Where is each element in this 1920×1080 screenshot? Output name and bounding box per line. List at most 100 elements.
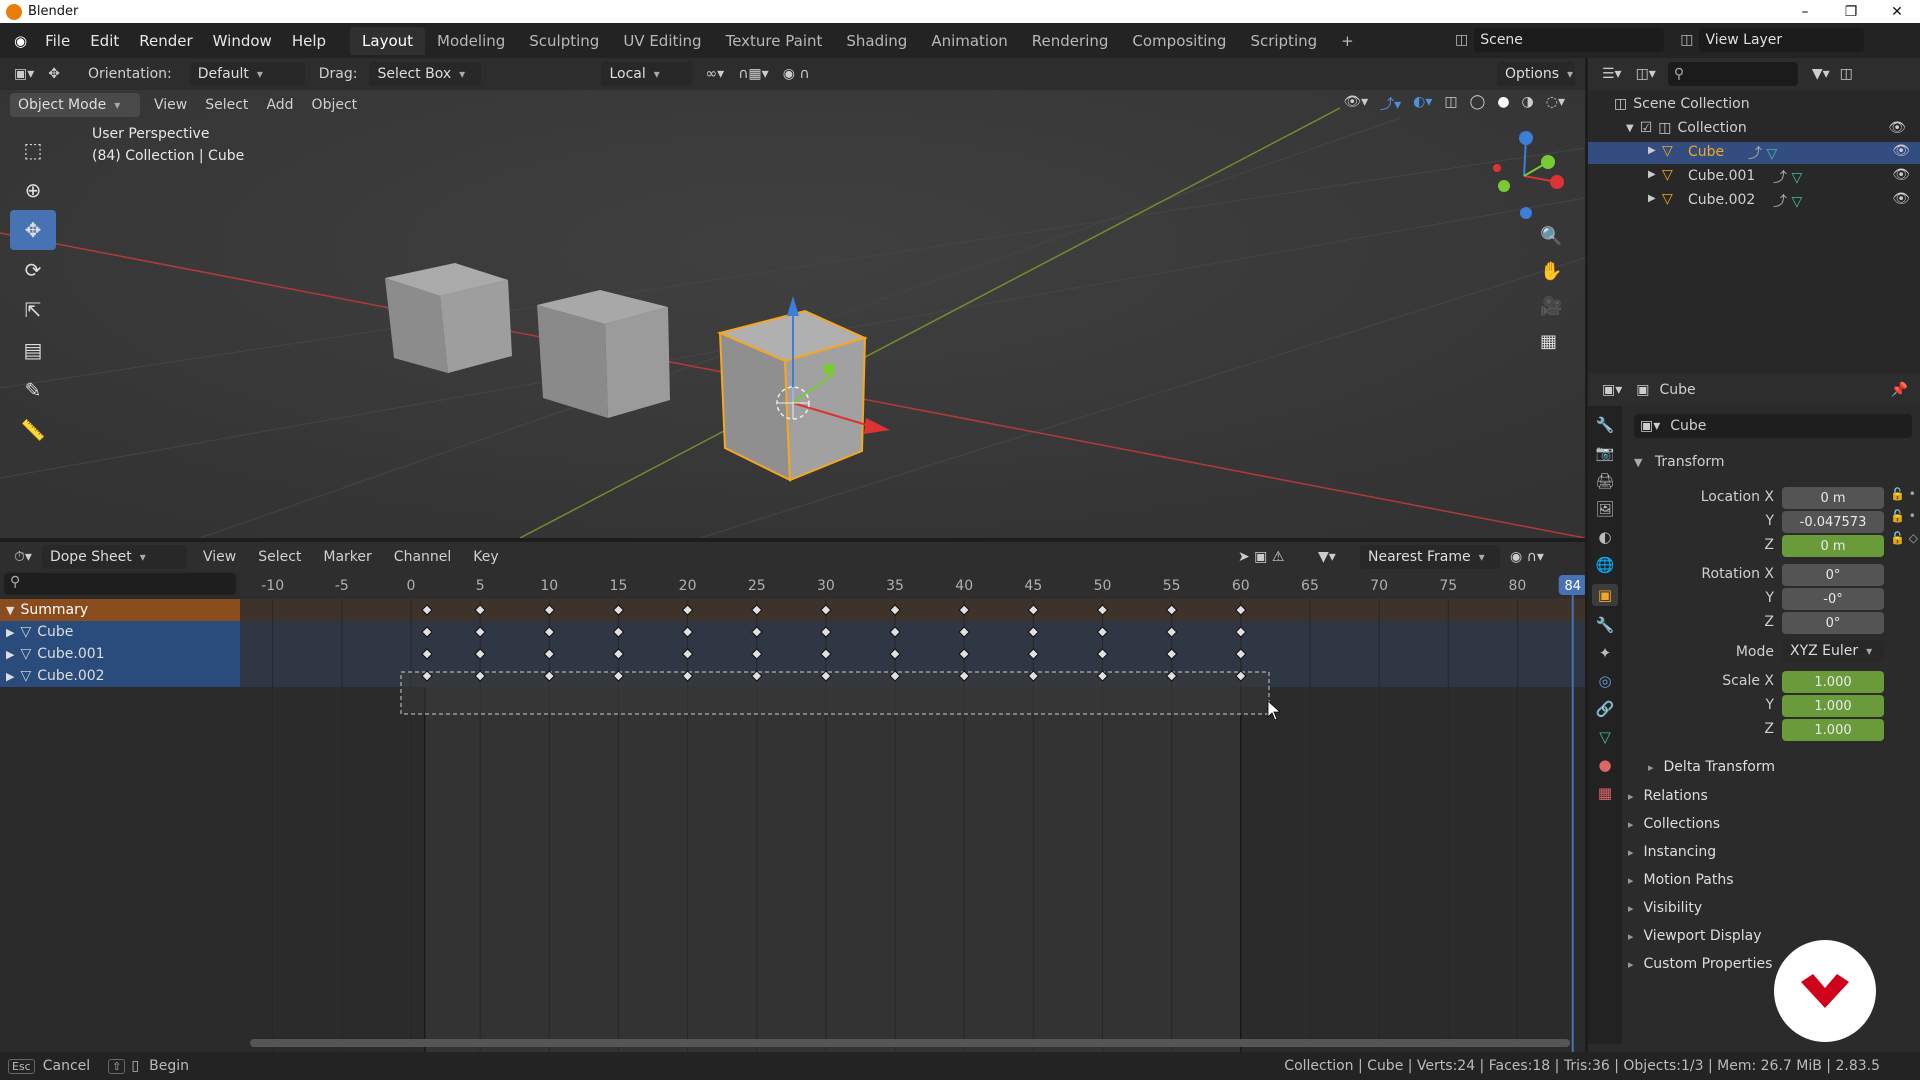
transform-tool-icon[interactable]: ▤ <box>10 330 56 370</box>
outliner-item-cube[interactable]: ▶ ▽ Cube ⤴ ▽ 👁 <box>1588 142 1920 164</box>
menu-edit[interactable]: Edit <box>80 32 129 50</box>
scene-field[interactable]: Scene <box>1474 28 1665 52</box>
wireframe-shading-icon[interactable]: ◯ <box>1470 94 1486 114</box>
location-y-field[interactable]: -0.047573 <box>1782 511 1884 533</box>
pivot-dropdown[interactable]: Local <box>601 62 694 86</box>
channel-cube-001[interactable]: ▶ ▽ Cube.001 <box>0 643 240 665</box>
lock-icon[interactable]: 🔓 • <box>1890 487 1918 501</box>
collections-panel[interactable]: Collections <box>1628 816 1721 832</box>
properties-editor[interactable]: ▣▾ ▣ Cube 📌 🔧 📷 🖨 🖼 ◐ 🌐 ▣ 🔧 ✦ ◎ 🔗 ▽ ● ▦ … <box>1588 374 1920 1052</box>
world-tab-icon[interactable]: 🌐 <box>1596 556 1615 574</box>
modifier-tab-icon[interactable]: 🔧 <box>1596 616 1615 634</box>
tab-compositing[interactable]: Compositing <box>1120 27 1238 55</box>
editor-type-icon[interactable]: ▣▾ <box>14 66 34 82</box>
outliner-item-cube-002[interactable]: ▶ ▽ Cube.002 ⤴ ▽ 👁 <box>1588 190 1920 212</box>
location-z-field[interactable]: 0 m <box>1782 535 1884 557</box>
tab-animation[interactable]: Animation <box>919 27 1019 55</box>
expand-icon[interactable]: ▶ <box>6 626 14 639</box>
editor-type-icon[interactable]: ☰▾ <box>1602 66 1622 82</box>
menu-view[interactable]: View <box>154 97 187 113</box>
menu-render[interactable]: Render <box>129 32 202 50</box>
zoom-icon[interactable]: 🔍 <box>1540 226 1562 247</box>
pan-hand-icon[interactable]: ✋ <box>1540 261 1562 282</box>
scale-x-field[interactable]: 1.000 <box>1782 671 1884 693</box>
channel-cube-002[interactable]: ▶ ▽ Cube.002 <box>0 665 240 687</box>
blender-menu-icon[interactable]: ◉ <box>6 32 35 50</box>
proportional-edit-icon[interactable]: ◉ ∩▾ <box>1510 549 1544 565</box>
options-dropdown[interactable]: Options <box>1497 62 1575 86</box>
menu-object[interactable]: Object <box>312 97 358 113</box>
visibility-icon[interactable]: 👁▾ <box>1343 94 1368 114</box>
cube-001-mesh[interactable] <box>537 290 670 418</box>
scale-y-field[interactable]: 1.000 <box>1782 695 1884 717</box>
menu-key[interactable]: Key <box>473 549 498 565</box>
camera-view-icon[interactable]: 🎥 <box>1540 296 1562 317</box>
data-tab-icon[interactable]: ▽ <box>1599 728 1611 746</box>
tab-rendering[interactable]: Rendering <box>1020 27 1121 55</box>
menu-file[interactable]: File <box>35 32 80 50</box>
channel-cube[interactable]: ▶ ▽ Cube <box>0 621 240 643</box>
scene-browse-icon[interactable]: ◫ <box>1455 32 1468 48</box>
menu-view[interactable]: View <box>203 549 236 565</box>
orientation-dropdown[interactable]: Default <box>189 62 305 86</box>
expand-icon[interactable]: ▼ <box>1626 123 1634 134</box>
select-box-tool-icon[interactable]: ⬚ <box>10 130 56 170</box>
render-tab-icon[interactable]: 📷 <box>1596 444 1615 462</box>
annotate-tool-icon[interactable]: ✎ <box>10 370 56 410</box>
filter-icon[interactable]: ▼▾ <box>1812 66 1830 82</box>
tab-texture-paint[interactable]: Texture Paint <box>714 27 835 55</box>
visibility-eye-icon[interactable]: 👁 <box>1888 120 1906 136</box>
outliner-search-input[interactable]: ⚲ <box>1667 62 1798 86</box>
instancing-panel[interactable]: Instancing <box>1628 844 1717 860</box>
scene-tab-icon[interactable]: ◐ <box>1598 528 1611 546</box>
tab-modeling[interactable]: Modeling <box>425 27 517 55</box>
tab-layout[interactable]: Layout <box>350 26 426 55</box>
snap-icon[interactable]: ∩▦▾ <box>738 66 769 82</box>
proportional-edit-icon[interactable]: ◉ ∩ <box>783 66 810 82</box>
material-tab-icon[interactable]: ● <box>1598 756 1611 774</box>
visibility-panel[interactable]: Visibility <box>1628 900 1703 916</box>
object-name-field[interactable]: ▣▾ Cube <box>1634 414 1912 438</box>
menu-channel[interactable]: Channel <box>394 549 451 565</box>
lock-icon[interactable]: 🔓 • <box>1890 509 1918 523</box>
menu-select[interactable]: Select <box>205 97 248 113</box>
filter-icon[interactable]: ▼▾ <box>1318 549 1336 565</box>
expand-icon[interactable]: ▶ <box>6 648 14 661</box>
rotation-z-field[interactable]: 0° <box>1782 612 1884 634</box>
rotation-mode-dropdown[interactable]: XYZ Euler <box>1782 640 1884 662</box>
material-shading-icon[interactable]: ◑ <box>1522 94 1534 114</box>
transform-pivot-icon[interactable]: ∞▾ <box>705 66 724 82</box>
output-tab-icon[interactable]: 🖨 <box>1595 472 1614 490</box>
tab-scripting[interactable]: Scripting <box>1238 27 1329 55</box>
new-collection-icon[interactable]: ◫ <box>1840 66 1853 82</box>
move-tool-button[interactable]: ✥ <box>10 210 56 250</box>
menu-select[interactable]: Select <box>258 549 301 565</box>
rotation-y-field[interactable]: -0° <box>1782 588 1884 610</box>
delta-transform-panel[interactable]: Delta Transform <box>1648 759 1775 775</box>
xray-icon[interactable]: ◫ <box>1444 94 1457 114</box>
object-mode-dropdown[interactable]: Object Mode <box>10 93 140 117</box>
location-x-field[interactable]: 0 m <box>1782 487 1884 509</box>
expand-icon[interactable]: ▶ <box>1648 145 1656 156</box>
3d-viewport[interactable]: ▣▾ ✥ Orientation: Default Drag: Select B… <box>0 58 1585 538</box>
outliner-item-cube-001[interactable]: ▶ ▽ Cube.001 ⤴ ▽ 👁 <box>1588 166 1920 188</box>
scale-z-field[interactable]: 1.000 <box>1782 719 1884 741</box>
custom-properties-panel[interactable]: Custom Properties <box>1628 956 1773 972</box>
expand-icon[interactable]: ▶ <box>1648 169 1656 180</box>
view-layer-tab-icon[interactable]: 🖼 <box>1595 500 1614 518</box>
rotation-x-field[interactable]: 0° <box>1782 564 1884 586</box>
visibility-eye-icon[interactable]: 👁 <box>1892 143 1910 159</box>
rendered-shading-icon[interactable]: ◌▾ <box>1546 94 1565 114</box>
cursor-tool-icon[interactable]: ⊕ <box>10 170 56 210</box>
menu-add[interactable]: Add <box>266 97 293 113</box>
object-tab-icon[interactable]: ▣ <box>1591 584 1619 606</box>
visibility-eye-icon[interactable]: 👁 <box>1892 167 1910 183</box>
display-mode-icon[interactable]: ◫▾ <box>1636 66 1656 82</box>
only-selected-icon[interactable]: ➤ ▣ ⚠ <box>1238 549 1284 565</box>
tool-tab-icon[interactable]: 🔧 <box>1596 416 1615 434</box>
cube-002-mesh[interactable] <box>385 263 512 373</box>
drag-dropdown[interactable]: Select Box <box>369 62 482 86</box>
tab-shading[interactable]: Shading <box>834 27 919 55</box>
checkbox-icon[interactable]: ☑ <box>1640 120 1653 136</box>
dope-sheet-editor[interactable]: ⏱▾ Dope Sheet View Select Marker Channel… <box>0 542 1585 1052</box>
